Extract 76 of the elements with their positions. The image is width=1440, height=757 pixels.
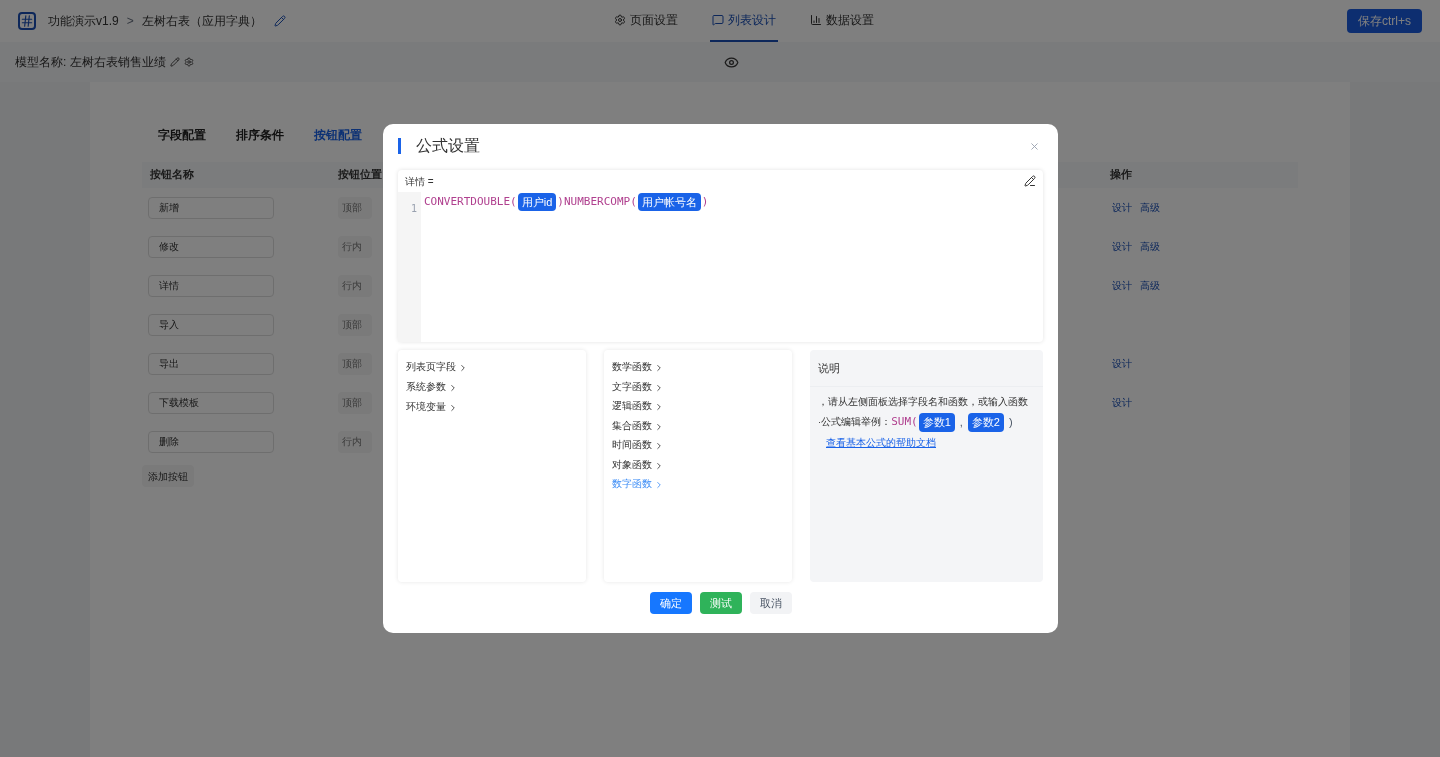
dialog-button[interactable]: 测试 xyxy=(699,592,742,614)
dialog-title: 公式设置 xyxy=(416,136,480,156)
editor-label: 详情 = xyxy=(405,174,434,189)
app-name[interactable]: 功能演示v1.9 xyxy=(48,12,119,30)
name-field[interactable]: 详情 xyxy=(148,274,274,297)
add-button[interactable]: 添加按钮 xyxy=(142,465,194,487)
function-token: ) xyxy=(701,193,709,210)
chevron-icon xyxy=(654,382,664,393)
config-tab[interactable]: 字段配置 xyxy=(158,126,206,144)
field-group-item[interactable]: 系统参数 xyxy=(406,378,578,395)
help-title: 说明 xyxy=(818,360,840,376)
config-tab[interactable]: 按钮配置 xyxy=(314,126,362,144)
nav-tab[interactable]: 页面设置 xyxy=(611,0,680,42)
function-item[interactable]: 集合函数 xyxy=(612,416,784,434)
save-button[interactable]: 保存ctrl+s xyxy=(1347,9,1422,33)
name-field[interactable]: 新增 xyxy=(148,196,274,219)
field-chip: 参数2 xyxy=(967,413,1004,432)
preview-icon[interactable] xyxy=(724,54,740,70)
message-icon xyxy=(711,14,724,26)
action-link[interactable]: 设计 xyxy=(1112,200,1132,215)
breadcrumb-separator: > xyxy=(126,13,134,30)
name-field[interactable]: 修改 xyxy=(148,235,274,258)
action-link[interactable]: 高级 xyxy=(1140,239,1160,254)
name-field[interactable]: 导出 xyxy=(148,352,274,375)
column-header: 操作 xyxy=(1110,167,1132,183)
punctuation: ) xyxy=(1009,415,1013,431)
action-link[interactable]: 设计 xyxy=(1112,356,1132,371)
chevron-icon xyxy=(654,441,664,451)
name-field[interactable]: 删除 xyxy=(148,430,274,453)
dialog-button[interactable]: 取消 xyxy=(749,592,792,614)
dialog-button[interactable]: 确定 xyxy=(649,592,692,614)
chevron-icon xyxy=(654,480,664,490)
action-link[interactable]: 高级 xyxy=(1140,278,1160,293)
function-token: )NUMBERCOMP( xyxy=(557,193,637,210)
settings-icon[interactable] xyxy=(184,57,195,67)
function-item[interactable]: 数学函数 xyxy=(612,358,784,375)
action-link[interactable]: 高级 xyxy=(1140,200,1160,215)
name-field[interactable]: 导入 xyxy=(148,313,274,336)
function-token: CONVERTDOUBLE( xyxy=(424,193,517,210)
model-name: 左树右表销售业绩 xyxy=(70,54,167,71)
function-item[interactable]: 逻辑函数 xyxy=(612,397,784,414)
function-item[interactable]: 数字函数 xyxy=(612,475,784,492)
settings-icon xyxy=(613,14,626,26)
column-header: 按钮位置 xyxy=(338,167,382,183)
field-chip: 用户帐号名 xyxy=(637,192,701,212)
function-item[interactable]: 对象函数 xyxy=(612,455,784,473)
code-line[interactable]: CONVERTDOUBLE( 用户id )NUMBERCOMP( 用户帐号名 ) xyxy=(421,192,709,210)
page-name: 左树右表（应用字典） xyxy=(141,13,262,30)
example-label: ·公式编辑举例： xyxy=(818,415,892,430)
chevron-icon xyxy=(654,363,664,373)
line-number: 1 xyxy=(410,203,417,214)
bar-chart-icon xyxy=(809,14,822,26)
field-chip: 参数1 xyxy=(918,413,955,432)
close-icon[interactable] xyxy=(1029,140,1040,152)
column-header: 按钮名称 xyxy=(150,167,194,183)
name-field[interactable]: 下载模板 xyxy=(148,391,274,414)
function-item[interactable]: 时间函数 xyxy=(612,436,784,453)
function-item[interactable]: 文字函数 xyxy=(612,377,784,395)
config-tab[interactable]: 排序条件 xyxy=(236,126,284,144)
action-link[interactable]: 设计 xyxy=(1112,278,1132,293)
action-link[interactable]: 设计 xyxy=(1112,239,1132,254)
action-link[interactable]: 设计 xyxy=(1112,395,1132,410)
edit-icon[interactable] xyxy=(1024,175,1036,187)
chevron-icon xyxy=(654,421,664,432)
punctuation: , xyxy=(959,415,963,431)
model-label: 模型名称: xyxy=(15,54,67,71)
function-token: SUM( xyxy=(891,414,918,431)
help-link[interactable]: 查看基本公式的帮助文档 xyxy=(826,435,1035,450)
field-chip: 用户id xyxy=(517,192,557,212)
chevron-icon xyxy=(654,402,664,412)
nav-tab[interactable]: 数据设置 xyxy=(807,0,876,42)
field-group-item[interactable]: 环境变量 xyxy=(406,398,578,415)
field-group-item[interactable]: 列表页字段 xyxy=(406,358,578,375)
chevron-icon xyxy=(654,460,664,471)
hash-logo-icon xyxy=(18,12,36,30)
help-text: ，请从左侧面板选择字段名和函数，或输入函数 xyxy=(818,395,1029,409)
